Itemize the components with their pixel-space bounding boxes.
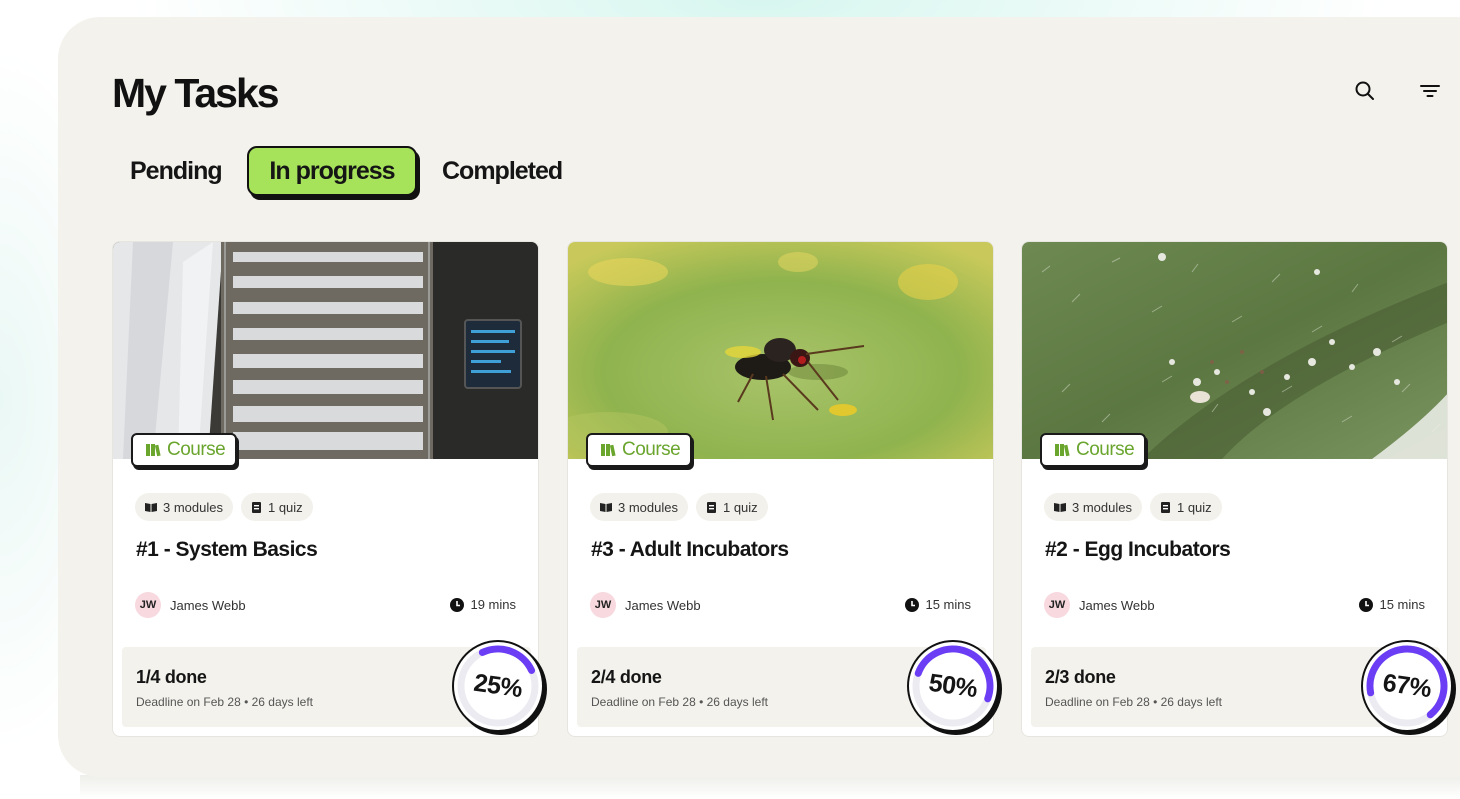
panel-shadow	[80, 775, 1460, 799]
duration: 19 mins	[450, 597, 516, 612]
card-meta: 3 modules 1 quiz	[1044, 493, 1222, 521]
author-name: James Webb	[170, 597, 246, 613]
course-badge: Course	[586, 433, 693, 467]
course-thumbnail	[113, 242, 538, 459]
badge-label: Course	[167, 439, 226, 460]
course-thumbnail	[568, 242, 993, 459]
book-open-icon	[145, 503, 157, 512]
author: JW James Webb	[135, 592, 246, 618]
search-icon	[1355, 81, 1374, 100]
deadline: Deadline on Feb 28 • 26 days left	[1045, 695, 1222, 709]
filter-icon	[1420, 85, 1440, 97]
books-icon	[601, 444, 616, 457]
badge-label: Course	[1076, 439, 1135, 460]
progress-percent: 25%	[472, 668, 525, 703]
quiz-count: 1 quiz	[267, 499, 303, 515]
done-count: 2/3 done	[1045, 667, 1116, 687]
course-badge: Course	[131, 433, 238, 467]
duration-text: 19 mins	[470, 597, 516, 612]
modules-count: 3 modules	[618, 499, 678, 515]
tab-in-progress[interactable]: In progress	[247, 146, 417, 196]
duration: 15 mins	[1359, 597, 1425, 612]
course-badge: Course	[1040, 433, 1147, 467]
quiz-chip: 1 quiz	[695, 493, 768, 521]
book-open-icon	[1054, 503, 1066, 512]
quiz-icon	[706, 501, 716, 513]
avatar: JW	[135, 592, 161, 618]
duration-text: 15 mins	[925, 597, 971, 612]
duration-text: 15 mins	[1379, 597, 1425, 612]
page-title: My Tasks	[112, 70, 280, 116]
author: JW James Webb	[1044, 592, 1155, 618]
progress-percent: 67%	[1381, 668, 1434, 703]
book-open-icon	[600, 503, 612, 512]
card-meta: 3 modules 1 quiz	[135, 493, 313, 521]
duration: 15 mins	[905, 597, 971, 612]
modules-chip: 3 modules	[590, 493, 688, 521]
author: JW James Webb	[590, 592, 701, 618]
search-button[interactable]	[1350, 76, 1380, 106]
avatar: JW	[590, 592, 616, 618]
done-count: 2/4 done	[591, 667, 662, 687]
deadline: Deadline on Feb 28 • 26 days left	[591, 695, 768, 709]
clock-icon	[1359, 597, 1374, 612]
course-thumbnail	[1022, 242, 1447, 459]
modules-chip: 3 modules	[1044, 493, 1142, 521]
modules-count: 3 modules	[1072, 499, 1132, 515]
author-name: James Webb	[625, 597, 701, 613]
quiz-chip: 1 quiz	[1149, 493, 1222, 521]
badge-label: Course	[622, 439, 681, 460]
card-title: #3 - Adult Incubators	[591, 538, 789, 561]
done-count: 1/4 done	[136, 667, 207, 687]
books-icon	[1055, 444, 1070, 457]
quiz-count: 1 quiz	[722, 499, 758, 515]
progress-ring: 67%	[1360, 639, 1460, 739]
books-icon	[146, 444, 161, 457]
modules-count: 3 modules	[163, 499, 223, 515]
deadline: Deadline on Feb 28 • 26 days left	[136, 695, 313, 709]
quiz-count: 1 quiz	[1176, 499, 1212, 515]
progress-ring: 25%	[451, 639, 551, 739]
tab-pending[interactable]: Pending	[130, 146, 223, 196]
progress-percent: 50%	[927, 668, 980, 703]
card-title: #1 - System Basics	[136, 538, 318, 561]
card-meta: 3 modules 1 quiz	[590, 493, 768, 521]
quiz-chip: 1 quiz	[240, 493, 313, 521]
modules-chip: 3 modules	[135, 493, 233, 521]
author-name: James Webb	[1079, 597, 1155, 613]
quiz-icon	[251, 501, 261, 513]
filter-button[interactable]	[1415, 76, 1445, 106]
avatar: JW	[1044, 592, 1070, 618]
tab-completed[interactable]: Completed	[442, 146, 563, 196]
progress-ring: 50%	[906, 639, 1006, 739]
clock-icon	[905, 597, 920, 612]
clock-icon	[450, 597, 465, 612]
quiz-icon	[1160, 501, 1170, 513]
card-title: #2 - Egg Incubators	[1045, 538, 1231, 561]
